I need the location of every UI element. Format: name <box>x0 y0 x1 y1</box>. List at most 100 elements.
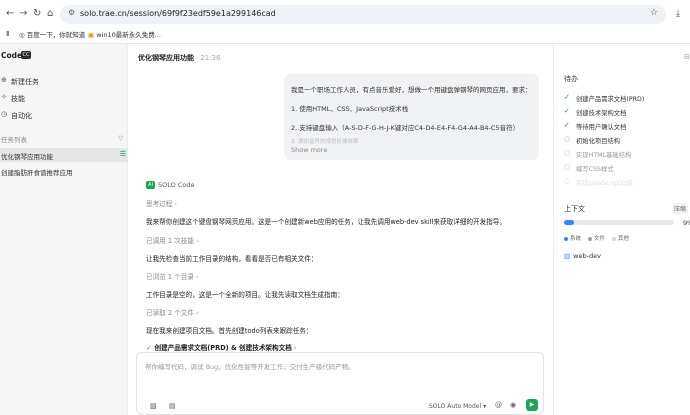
tool-call-label: 已调用 1 次技能 <box>146 237 194 245</box>
message-intro: 我是一个职场工作人员，有点音乐爱好，想做一个用键盘弹钢琴的网页应用，要求： <box>291 86 532 94</box>
model-label: SOLO Auto Model <box>429 403 482 410</box>
compress-button[interactable]: 压缩 <box>672 203 689 214</box>
message-point: 1. 使用HTML、CSS、JavaScript技术栈 <box>291 105 409 113</box>
todo-item: ◌ 初始化项目结构 <box>564 134 689 146</box>
check-circle-icon: ✓ <box>564 107 570 115</box>
home-icon[interactable]: ⌂ <box>47 8 53 19</box>
chevron-right-icon: › <box>195 309 199 317</box>
bookmark-label: 百度一下，你就知道 <box>26 31 86 39</box>
message-point-faded: 3. 添加音符的视觉反馈效果 <box>291 139 359 145</box>
bookmark-win10[interactable]: ▣ win10最新永久免费... <box>88 29 161 39</box>
bookmark-star-icon[interactable]: ☆ <box>650 8 658 18</box>
message-composer[interactable]: 帮你编写代码，调试 Bug，优化性能等开发工作，交付生产级代码产物。 ▨ ▤ S… <box>136 352 544 415</box>
todo-item: ✓ 创建产品需求文档(PRD) <box>564 92 689 104</box>
reload-icon[interactable]: ↻ <box>33 8 41 19</box>
agent-text: 让我先检查当前工作目录的结构，看看是否已有相关文件： <box>146 255 318 263</box>
send-button[interactable]: ▶ <box>526 399 538 411</box>
panel-toggle-icon[interactable]: ⊟ <box>684 53 690 61</box>
empty-circle-icon: ○ <box>564 163 571 171</box>
download-icon[interactable]: ⤓ <box>676 9 680 19</box>
site-info-icon[interactable]: ⚙ <box>68 8 75 17</box>
task-label: 优化钢琴应用功能 <box>1 153 53 161</box>
task-item[interactable]: 创建脂肪肝食谱推荐应用 <box>0 164 128 178</box>
page-icon: ▣ <box>88 31 97 39</box>
tool-call-label: 已读取 2 个文件 <box>146 309 194 317</box>
context-progress-fill <box>564 220 574 225</box>
context-file[interactable]: ▥ web-dev <box>564 252 601 260</box>
check-circle-icon: ✓ <box>146 344 152 352</box>
browser-chrome: ← → ↻ ⌂ ⚙ solo.trae.cn/session/69f9f23ed… <box>0 0 690 44</box>
back-icon[interactable]: ← <box>6 8 14 19</box>
todo-label: 创建产品需求文档(PRD) <box>576 96 645 103</box>
tool-call-label: 已浏览 1 个目录 <box>146 273 194 281</box>
check-circle-icon: ✓ <box>564 121 570 129</box>
todo-inline-label: 创建产品需求文档(PRD) & 创建技术架构文档 <box>154 344 292 352</box>
todo-label: 初始化项目结构 <box>576 138 621 145</box>
sidebar-item-label: 技能 <box>11 95 25 103</box>
context-file-label: web-dev <box>573 252 601 260</box>
todo-item: ○ 实现JavaScript功能 <box>564 176 689 188</box>
legend-label: 系统 <box>570 236 582 242</box>
model-selector[interactable]: SOLO Auto Model ▾ <box>429 403 486 410</box>
automation-icon: ◷ <box>1 110 8 118</box>
bookmark-baidu[interactable]: ◎ 百度一下，你就知道 <box>19 29 85 39</box>
conversation-panel: 优化钢琴应用功能 21:36 我是一个职场工作人员，有点音乐爱好，想做一个用键盘… <box>128 44 553 415</box>
context-percent: 9% <box>683 219 690 227</box>
tool-call-browse[interactable]: 已浏览 1 个目录 › <box>146 271 199 281</box>
loading-spinner-icon: ◌ <box>564 135 571 143</box>
url-text[interactable]: solo.trae.cn/session/69f9f23edf59e1a2991… <box>80 9 276 18</box>
legend-label: 文件 <box>594 236 606 242</box>
conversation-header: 优化钢琴应用功能 21:36 <box>138 53 220 63</box>
sidebar-item-automation[interactable]: ◷ 自动化 <box>0 108 128 122</box>
composer-placeholder[interactable]: 帮你编写代码，调试 Bug，优化性能等开发工作，交付生产级代码产物。 <box>145 361 355 371</box>
todo-inline[interactable]: ✓ 创建产品需求文档(PRD) & 创建技术架构文档 › <box>146 342 297 352</box>
conversation-time: 21:36 <box>200 54 221 62</box>
image-icon[interactable]: ▤ <box>169 402 176 410</box>
sidebar-item-new-task[interactable]: ⊕ 新建任务 <box>0 74 128 88</box>
bookmarks-bar: ▮ ◎ 百度一下，你就知道 ▣ win10最新永久免费... <box>0 28 690 42</box>
microphone-icon[interactable]: ◉ <box>510 401 516 409</box>
task-label: 创建脂肪肝食谱推荐应用 <box>1 169 73 177</box>
brand-label: Code <box>1 51 23 60</box>
sidebar-item-label: 自动化 <box>11 112 32 120</box>
legend-dot <box>564 236 568 241</box>
legend-label: 其他 <box>618 236 630 242</box>
tool-call-skill[interactable]: 已调用 1 次技能 › <box>146 235 199 245</box>
thinking-label: 思考过程 <box>146 200 173 208</box>
tool-call-read[interactable]: 已读取 2 个文件 › <box>146 307 199 317</box>
bookmark-label: win10最新永久免费... <box>96 31 161 39</box>
address-bar[interactable]: ⚙ solo.trae.cn/session/69f9f23edf59e1a29… <box>60 5 666 24</box>
todo-title: 待办 <box>564 75 578 83</box>
book-icon: ▥ <box>564 252 571 260</box>
todo-label: 实现HTML基础结构 <box>576 152 632 159</box>
conversation-title: 优化钢琴应用功能 <box>138 54 194 62</box>
show-more-link[interactable]: Show more <box>291 146 327 154</box>
filter-icon[interactable]: ▽ <box>118 134 123 142</box>
agent-header: AI SOLO Code <box>146 181 194 189</box>
legend-dot <box>588 236 592 241</box>
sidebar: Code CC ⊕ 新建任务 ✧ 技能 ◷ 自动化 任务列表 ▽ 优化钢琴应用功… <box>0 44 128 415</box>
todo-item: ✓ 等待用户确认文档 <box>564 120 689 132</box>
solo-logo-icon: AI <box>146 181 155 189</box>
user-message: 我是一个职场工作人员，有点音乐爱好，想做一个用键盘弹钢琴的网页应用，要求： 1.… <box>284 74 539 160</box>
message-point: 2. 支持键盘输入（A-S-D-F-G-H-J-K键对应C4-D4-E4-F4-… <box>291 124 520 132</box>
agent-name: SOLO Code <box>158 181 195 189</box>
empty-circle-icon: ○ <box>564 149 571 157</box>
legend-files: 文件 <box>588 234 605 242</box>
task-panel-icon[interactable]: ☰ <box>120 150 126 158</box>
skill-icon: ✧ <box>1 93 7 101</box>
sidebar-header: Code CC <box>0 49 128 63</box>
sidebar-item-skills[interactable]: ✧ 技能 <box>0 91 128 105</box>
todo-label: 实现JavaScript功能 <box>576 180 633 187</box>
bookmarks-menu-icon[interactable]: ▮ <box>6 29 10 37</box>
mention-icon[interactable]: @ <box>495 401 502 409</box>
legend-other: 其他 <box>612 234 629 242</box>
brand-icon[interactable]: CC <box>21 51 31 59</box>
agent-text: 我来帮你创建这个键盘钢琴网页应用。这是一个创建新web应用的任务，让我先调用we… <box>146 218 506 226</box>
check-circle-icon: ✓ <box>564 93 570 101</box>
forward-icon[interactable]: → <box>19 8 27 19</box>
attach-icon[interactable]: ▨ <box>150 402 157 410</box>
todo-item: ✓ 创建技术架构文档 <box>564 106 689 118</box>
thinking-toggle[interactable]: 思考过程 › <box>146 198 177 208</box>
task-item-active[interactable]: 优化钢琴应用功能 ☰ <box>0 148 128 162</box>
